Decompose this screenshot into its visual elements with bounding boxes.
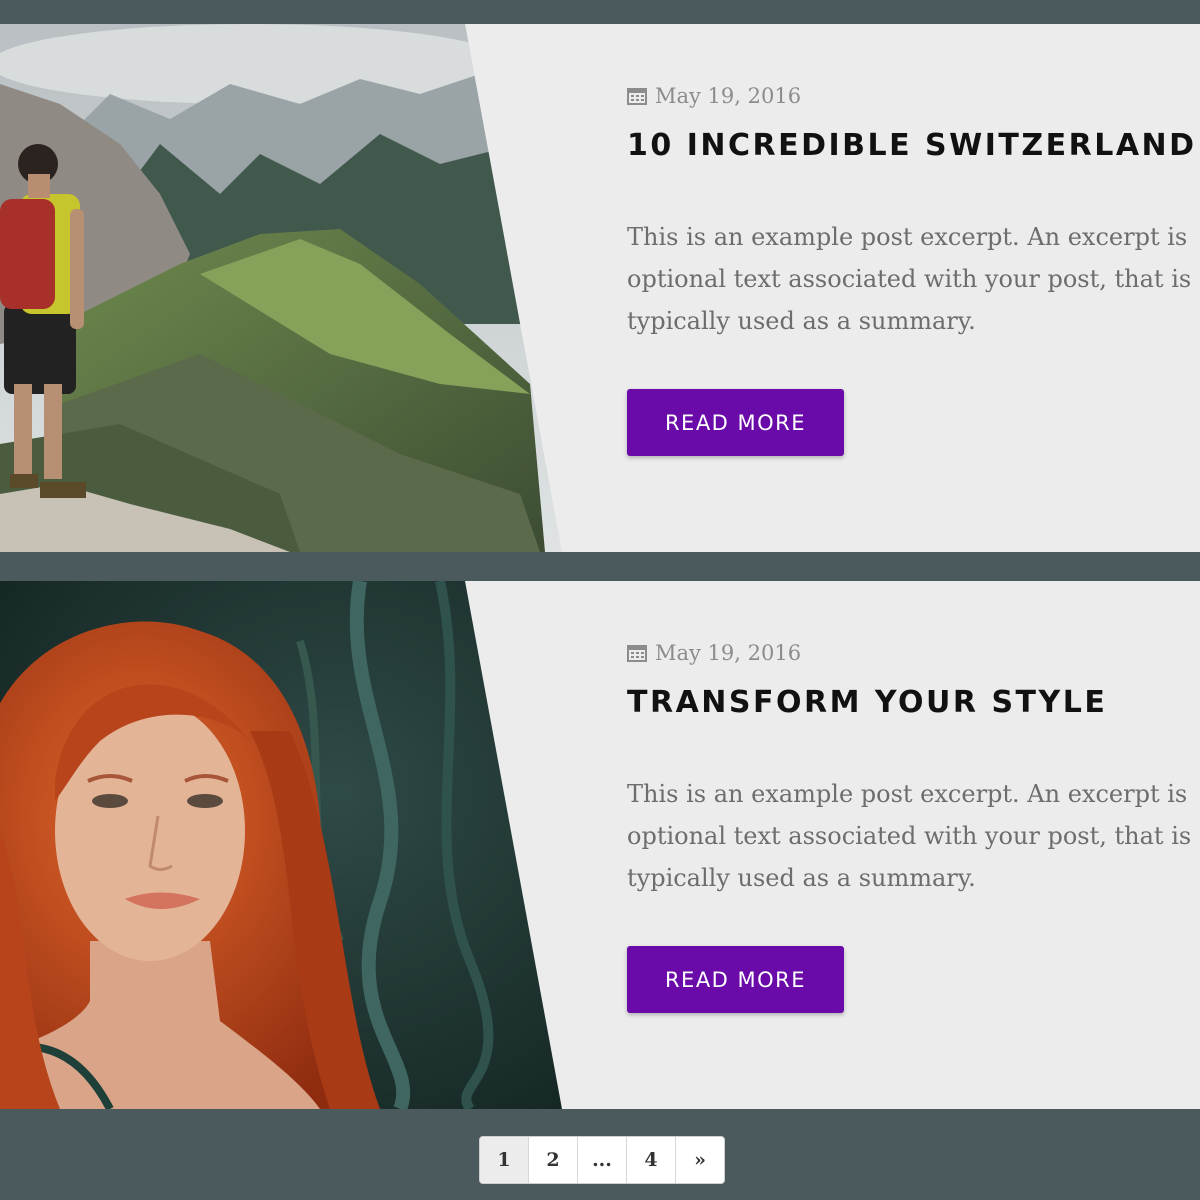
- read-more-button[interactable]: READ MORE: [627, 389, 844, 456]
- post-card: May 19, 2016 10 INCREDIBLE SWITZERLAND H…: [0, 24, 1200, 552]
- next-page-button[interactable]: »: [676, 1137, 724, 1183]
- calendar-icon: [627, 645, 647, 662]
- mountain-hiker-photo: [0, 24, 562, 552]
- post-content: May 19, 2016 10 INCREDIBLE SWITZERLAND H…: [627, 24, 1200, 552]
- post-date: May 19, 2016: [627, 641, 801, 665]
- pagination: 1 2 ... 4 »: [479, 1136, 725, 1184]
- page-2-button[interactable]: 2: [529, 1137, 578, 1183]
- post-title[interactable]: 10 INCREDIBLE SWITZERLAND HI: [627, 128, 1200, 163]
- post-thumbnail[interactable]: [0, 581, 562, 1109]
- post-excerpt: This is an example post excerpt. An exce…: [627, 223, 1192, 335]
- page-4-button[interactable]: 4: [627, 1137, 676, 1183]
- page-1-button[interactable]: 1: [480, 1137, 529, 1183]
- post-title[interactable]: TRANSFORM YOUR STYLE: [627, 685, 1107, 720]
- calendar-icon: [627, 88, 647, 105]
- post-content: May 19, 2016 TRANSFORM YOUR STYLE This i…: [627, 581, 1200, 1109]
- post-date-text: May 19, 2016: [655, 641, 802, 665]
- read-more-button[interactable]: READ MORE: [627, 946, 844, 1013]
- post-card: May 19, 2016 TRANSFORM YOUR STYLE This i…: [0, 581, 1200, 1109]
- post-date: May 19, 2016: [627, 84, 801, 108]
- post-thumbnail[interactable]: [0, 24, 562, 552]
- post-date-text: May 19, 2016: [655, 84, 802, 108]
- red-haired-woman-portrait: [0, 581, 562, 1109]
- post-excerpt: This is an example post excerpt. An exce…: [627, 780, 1192, 892]
- page-ellipsis: ...: [578, 1137, 627, 1183]
